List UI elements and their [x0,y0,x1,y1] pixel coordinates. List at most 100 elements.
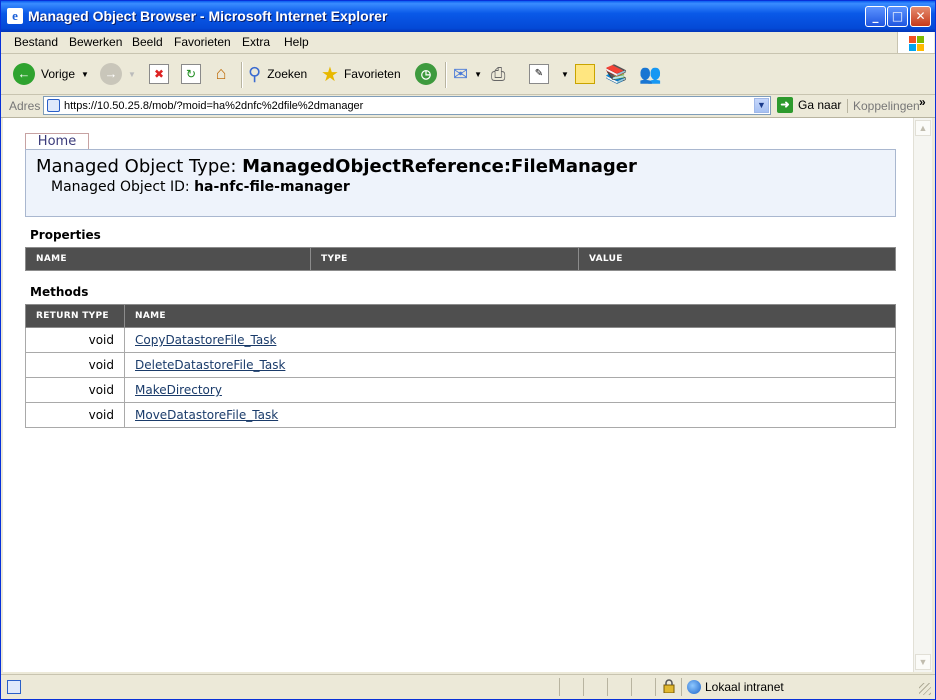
method-name-cell: MoveDatastoreFile_Task [124,402,896,428]
page-status-icon [7,680,21,694]
discuss-button[interactable] [575,62,595,86]
method-link[interactable]: DeleteDatastoreFile_Task [135,358,285,372]
stop-button[interactable]: ✖ [149,62,169,86]
address-label: Adres [9,99,41,113]
refresh-button[interactable]: ↻ [181,62,201,86]
print-button[interactable]: ⎙ [491,62,505,86]
menu-extra[interactable]: Extra [242,35,270,49]
search-button[interactable]: ⚲ Zoeken [248,62,307,86]
column-header-type: TYPE [310,247,579,271]
security-zone: Lokaal intranet [687,680,784,694]
scroll-down-icon[interactable]: ▼ [915,654,931,670]
method-name-cell: CopyDatastoreFile_Task [124,327,896,353]
history-icon: ◷ [415,63,437,85]
edit-button[interactable]: ✎ ▼ [529,62,569,86]
research-button[interactable]: 📚 [605,62,627,86]
menu-favorieten[interactable]: Favorieten [174,35,231,49]
method-link[interactable]: CopyDatastoreFile_Task [135,333,276,347]
status-divider [559,678,560,696]
column-header-name: NAME [25,247,311,271]
managed-object-id: Managed Object ID: ha-nfc-file-manager [51,179,350,195]
column-header-name: NAME [124,304,896,328]
address-dropdown-icon[interactable]: ▼ [754,98,769,113]
scroll-up-icon[interactable]: ▲ [915,120,931,136]
method-link[interactable]: MoveDatastoreFile_Task [135,408,278,422]
home-link[interactable]: Home [38,134,76,149]
table-header-row: NAME TYPE VALUE [25,247,896,271]
back-arrow-icon: ← [13,63,35,85]
managed-object-type: Managed Object Type: ManagedObjectRefere… [36,156,637,177]
page-icon [47,99,60,112]
stop-icon: ✖ [149,64,169,84]
return-type-cell: void [25,352,125,378]
maximize-button[interactable]: □ [887,6,908,27]
research-icon: 📚 [605,63,628,84]
close-button[interactable]: ✕ [910,6,931,27]
search-icon: ⚲ [248,63,262,84]
minimize-button[interactable]: _ [865,6,886,27]
history-button[interactable]: ◷ [415,62,437,86]
lock-icon [663,679,675,693]
discuss-icon [575,64,595,84]
methods-title: Methods [30,285,89,299]
address-field[interactable]: ▼ [43,96,771,115]
page-content: Home Managed Object Type: ManagedObjectR… [3,118,913,672]
go-label: Ga naar [798,98,842,112]
object-header: Managed Object Type: ManagedObjectRefere… [25,149,896,217]
menu-bestand[interactable]: Bestand [14,35,58,49]
back-label: Vorige [41,67,76,81]
zone-label: Lokaal intranet [705,680,784,694]
print-icon: ⎙ [491,63,506,84]
forward-arrow-icon: → [100,63,122,85]
back-button[interactable]: ← Vorige ▼ [13,62,89,86]
status-bar: Lokaal intranet [1,674,935,699]
status-divider [681,678,682,696]
vertical-scrollbar[interactable]: ▲ ▼ [913,118,932,672]
title-bar[interactable]: e Managed Object Browser - Microsoft Int… [1,1,935,32]
table-row: void DeleteDatastoreFile_Task [25,352,896,378]
messenger-button[interactable]: 👥 [639,62,661,86]
type-value: ManagedObjectReference:FileManager [242,156,637,177]
id-label: Managed Object ID: [51,179,190,195]
window-title: Managed Object Browser - Microsoft Inter… [28,8,388,24]
address-bar: Adres ▼ ➜ Ga naar Koppelingen » [1,95,935,118]
table-header-row: RETURN TYPE NAME [25,304,896,328]
menu-bewerken[interactable]: Bewerken [69,35,122,49]
chevron-down-icon: ▼ [474,69,483,79]
home-button[interactable]: ⌂ [211,62,231,86]
type-label: Managed Object Type: [36,156,237,177]
favorites-button[interactable]: ★ Favorieten [321,62,401,86]
go-button[interactable]: ➜ Ga naar [777,97,841,113]
column-header-return-type: RETURN TYPE [25,304,125,328]
intranet-globe-icon [687,680,701,694]
messenger-icon: 👥 [639,63,662,84]
menu-bar: Bestand Bewerken Beeld Favorieten Extra … [1,32,935,54]
favorites-label: Favorieten [343,67,401,81]
toolbar-separator [241,62,243,88]
return-type-cell: void [25,327,125,353]
table-row: void MakeDirectory [25,377,896,403]
chevron-down-icon: ▼ [81,69,89,79]
mail-button[interactable]: ✉ ▼ [453,62,482,86]
method-name-cell: DeleteDatastoreFile_Task [124,352,896,378]
menu-beeld[interactable]: Beeld [132,35,163,49]
address-input[interactable] [64,98,744,113]
table-row: void MoveDatastoreFile_Task [25,402,896,428]
home-icon: ⌂ [215,63,227,83]
properties-table: NAME TYPE VALUE [25,247,896,271]
status-divider [607,678,608,696]
resize-grip-icon[interactable] [919,683,931,695]
home-tab[interactable]: Home [25,133,89,150]
column-header-value: VALUE [578,247,896,271]
links-toolbar[interactable]: Koppelingen [847,99,920,113]
menu-help[interactable]: Help [284,35,309,49]
favorites-star-icon: ★ [321,63,339,86]
links-more-icon[interactable]: » [919,95,926,109]
status-divider [631,678,632,696]
forward-button[interactable]: → ▼ [100,62,136,86]
status-divider [655,678,656,696]
toolbar-separator [445,62,447,88]
table-row: void CopyDatastoreFile_Task [25,327,896,353]
refresh-icon: ↻ [181,64,201,84]
method-link[interactable]: MakeDirectory [135,383,222,397]
